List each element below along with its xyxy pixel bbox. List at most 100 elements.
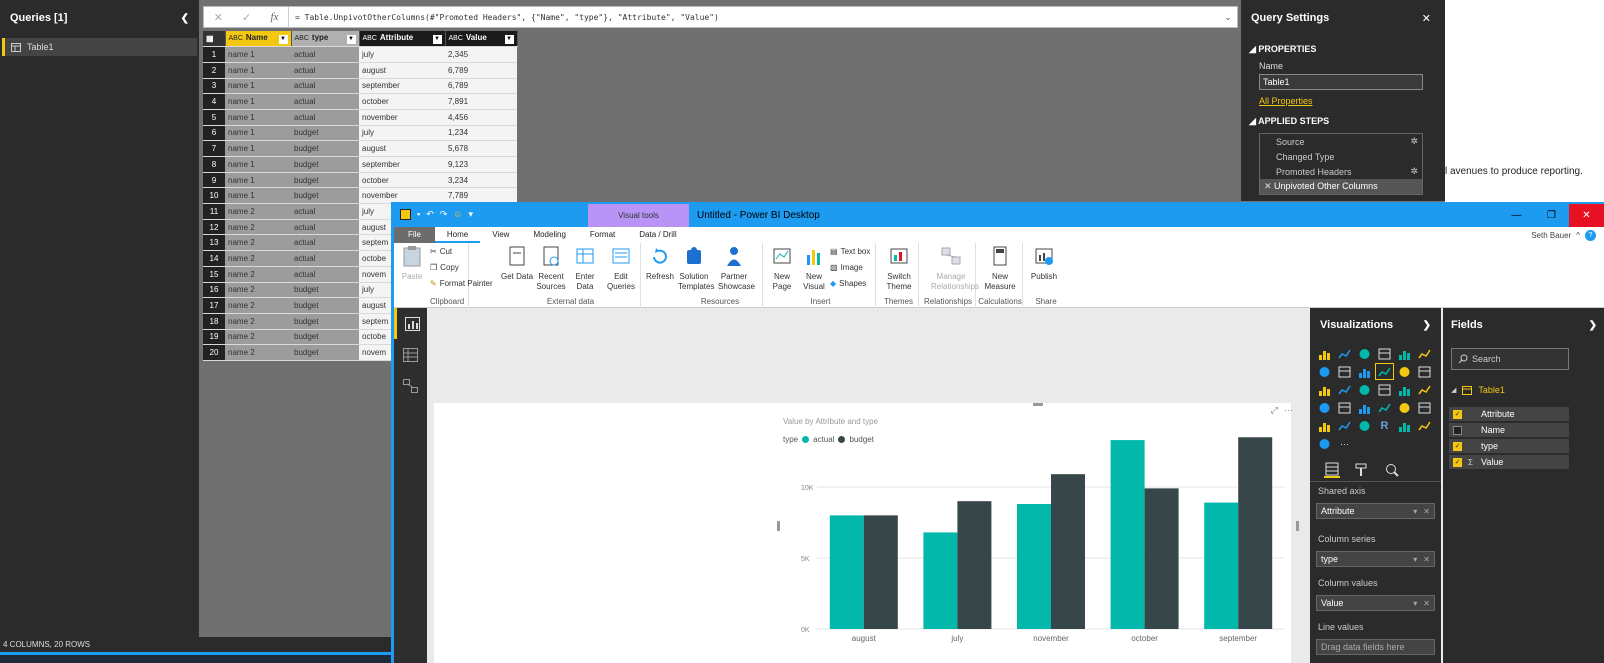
- table-cell[interactable]: 6,789: [445, 62, 517, 79]
- table-cell[interactable]: name 2: [225, 250, 291, 267]
- new-visual-button[interactable]: New Visual: [798, 245, 830, 292]
- table-cell[interactable]: november: [359, 109, 445, 126]
- collapse-pane-icon[interactable]: ❮: [181, 13, 189, 24]
- new-page-button[interactable]: New Page: [766, 245, 798, 292]
- table-cell[interactable]: name 2: [225, 234, 291, 252]
- checkbox-checked[interactable]: ✓: [1453, 441, 1462, 451]
- save-icon[interactable]: ▪: [417, 209, 420, 220]
- row-number[interactable]: 5: [203, 109, 225, 126]
- bar-budget-november[interactable]: [1051, 474, 1085, 629]
- donut-chart-icon[interactable]: [1376, 382, 1393, 397]
- column-series-well[interactable]: type ▾ ✕: [1316, 551, 1435, 567]
- dropdown-chevron-icon[interactable]: ▾: [1413, 599, 1417, 608]
- table-cell[interactable]: name 1: [225, 140, 291, 157]
- table-cell[interactable]: name 2: [225, 313, 291, 330]
- field-table-table1[interactable]: ◢ Table1: [1451, 385, 1505, 395]
- switch-theme-button[interactable]: Switch Theme: [883, 245, 915, 292]
- smiley-feedback-icon[interactable]: ☺: [453, 209, 462, 220]
- table-cell[interactable]: name 2: [225, 329, 291, 346]
- chevron-right-icon[interactable]: ❯: [1589, 320, 1597, 331]
- field-item-name[interactable]: Name: [1449, 423, 1569, 437]
- row-number[interactable]: 11: [203, 203, 225, 220]
- 100-stacked-bar-chart-icon[interactable]: [1396, 346, 1413, 361]
- minimize-icon[interactable]: —: [1499, 204, 1534, 227]
- delete-step-icon[interactable]: ✕: [1264, 181, 1274, 191]
- row-number[interactable]: 18: [203, 313, 225, 330]
- area-chart-icon[interactable]: [1336, 364, 1353, 379]
- row-number[interactable]: 19: [203, 329, 225, 346]
- table-row[interactable]: 7 name 1 budget august 5,678: [203, 140, 517, 157]
- bar-actual-september[interactable]: [1204, 502, 1239, 629]
- row-number[interactable]: 15: [203, 266, 225, 283]
- kpi-icon[interactable]: [1416, 400, 1433, 415]
- table-cell[interactable]: actual: [291, 93, 359, 110]
- custom-visual-icon[interactable]: [1416, 418, 1433, 433]
- table-cell[interactable]: name 1: [225, 46, 291, 63]
- checkbox-checked[interactable]: ✓: [1453, 457, 1462, 467]
- row-number[interactable]: 12: [203, 219, 225, 236]
- dropdown-chevron-icon[interactable]: ▾: [1413, 507, 1417, 516]
- funnel-icon[interactable]: [1336, 400, 1353, 415]
- format-tool-tab[interactable]: [1354, 462, 1370, 478]
- manage-relationships-button[interactable]: Manage Relationships: [931, 245, 979, 292]
- row-number[interactable]: 1: [203, 46, 225, 63]
- enter-data-button[interactable]: Enter Data: [569, 245, 601, 292]
- resize-handle-left[interactable]: [777, 521, 780, 531]
- properties-header[interactable]: ◢ PROPERTIES: [1241, 36, 1445, 55]
- gear-icon[interactable]: ✲: [1410, 136, 1418, 147]
- stacked-bar-chart-icon[interactable]: [1316, 346, 1333, 361]
- arcgis-map-icon[interactable]: [1396, 418, 1413, 433]
- step-unpivoted-other-columns[interactable]: ✕ Unpivoted Other Columns: [1260, 179, 1422, 194]
- clustered-column-chart-visual[interactable]: 0K 5K 10K august july november october septembe…: [777, 403, 1299, 648]
- pie-chart-icon[interactable]: [1356, 382, 1373, 397]
- table-row[interactable]: 3 name 1 actual september 6,789: [203, 78, 517, 95]
- chevron-right-icon[interactable]: ❯: [1423, 320, 1431, 331]
- table-cell[interactable]: july: [359, 46, 445, 63]
- table-cell[interactable]: budget: [291, 297, 359, 314]
- column-values-well[interactable]: Value ▾ ✕: [1316, 595, 1435, 611]
- column-header-attribute[interactable]: ABC Attribute ▼: [359, 31, 446, 48]
- bar-actual-august[interactable]: [829, 515, 864, 629]
- line-values-well[interactable]: Drag data fields here: [1316, 639, 1435, 655]
- row-number[interactable]: 17: [203, 297, 225, 314]
- table-cell[interactable]: name 2: [225, 282, 291, 299]
- column-header-type[interactable]: ABC type ▼: [291, 31, 360, 48]
- checkbox-unchecked[interactable]: [1453, 425, 1462, 435]
- remove-field-icon[interactable]: ✕: [1423, 507, 1430, 516]
- image-button[interactable]: ▧ Image: [830, 263, 863, 272]
- tab-format[interactable]: Format: [578, 227, 627, 243]
- all-properties-link[interactable]: All Properties: [1259, 96, 1445, 106]
- table-cell[interactable]: name 1: [225, 62, 291, 79]
- fields-search-input[interactable]: Search: [1451, 348, 1569, 370]
- recent-sources-button[interactable]: Recent Sources: [535, 245, 567, 292]
- bar-budget-october[interactable]: [1144, 488, 1179, 629]
- table-cell[interactable]: actual: [291, 78, 359, 95]
- query-name-input[interactable]: Table1: [1259, 74, 1423, 90]
- table-cell[interactable]: name 2: [225, 203, 291, 220]
- more-visuals-icon[interactable]: ···: [1336, 436, 1353, 451]
- table-cell[interactable]: 3,234: [445, 172, 517, 189]
- table-cell[interactable]: october: [359, 93, 445, 110]
- grid-corner-table-icon[interactable]: ▦: [203, 31, 226, 48]
- table-cell[interactable]: name 2: [225, 344, 291, 361]
- row-number[interactable]: 10: [203, 187, 225, 205]
- filter-dropdown-icon[interactable]: ▼: [346, 35, 356, 45]
- row-number[interactable]: 9: [203, 172, 225, 189]
- filter-dropdown-icon[interactable]: ▼: [504, 35, 514, 45]
- table-cell[interactable]: actual: [291, 62, 359, 79]
- publish-button[interactable]: Publish: [1028, 245, 1060, 282]
- fields-tool-tab[interactable]: [1324, 462, 1340, 478]
- table-visual-icon[interactable]: [1336, 418, 1353, 433]
- table-cell[interactable]: budget: [291, 172, 359, 189]
- shapes-button[interactable]: ◆ Shapes: [830, 279, 866, 288]
- table-cell[interactable]: name 1: [225, 156, 291, 173]
- tab-modeling[interactable]: Modeling: [521, 227, 577, 243]
- table-cell[interactable]: name 2: [225, 219, 291, 236]
- step-promoted-headers[interactable]: Promoted Headers ✲: [1260, 164, 1422, 179]
- row-number[interactable]: 2: [203, 62, 225, 79]
- paste-button[interactable]: Paste: [396, 245, 428, 282]
- tab-file[interactable]: File: [394, 227, 435, 243]
- table-cell[interactable]: 9,123: [445, 156, 517, 173]
- field-item-type[interactable]: ✓ type: [1449, 439, 1569, 453]
- bar-budget-july[interactable]: [957, 501, 992, 629]
